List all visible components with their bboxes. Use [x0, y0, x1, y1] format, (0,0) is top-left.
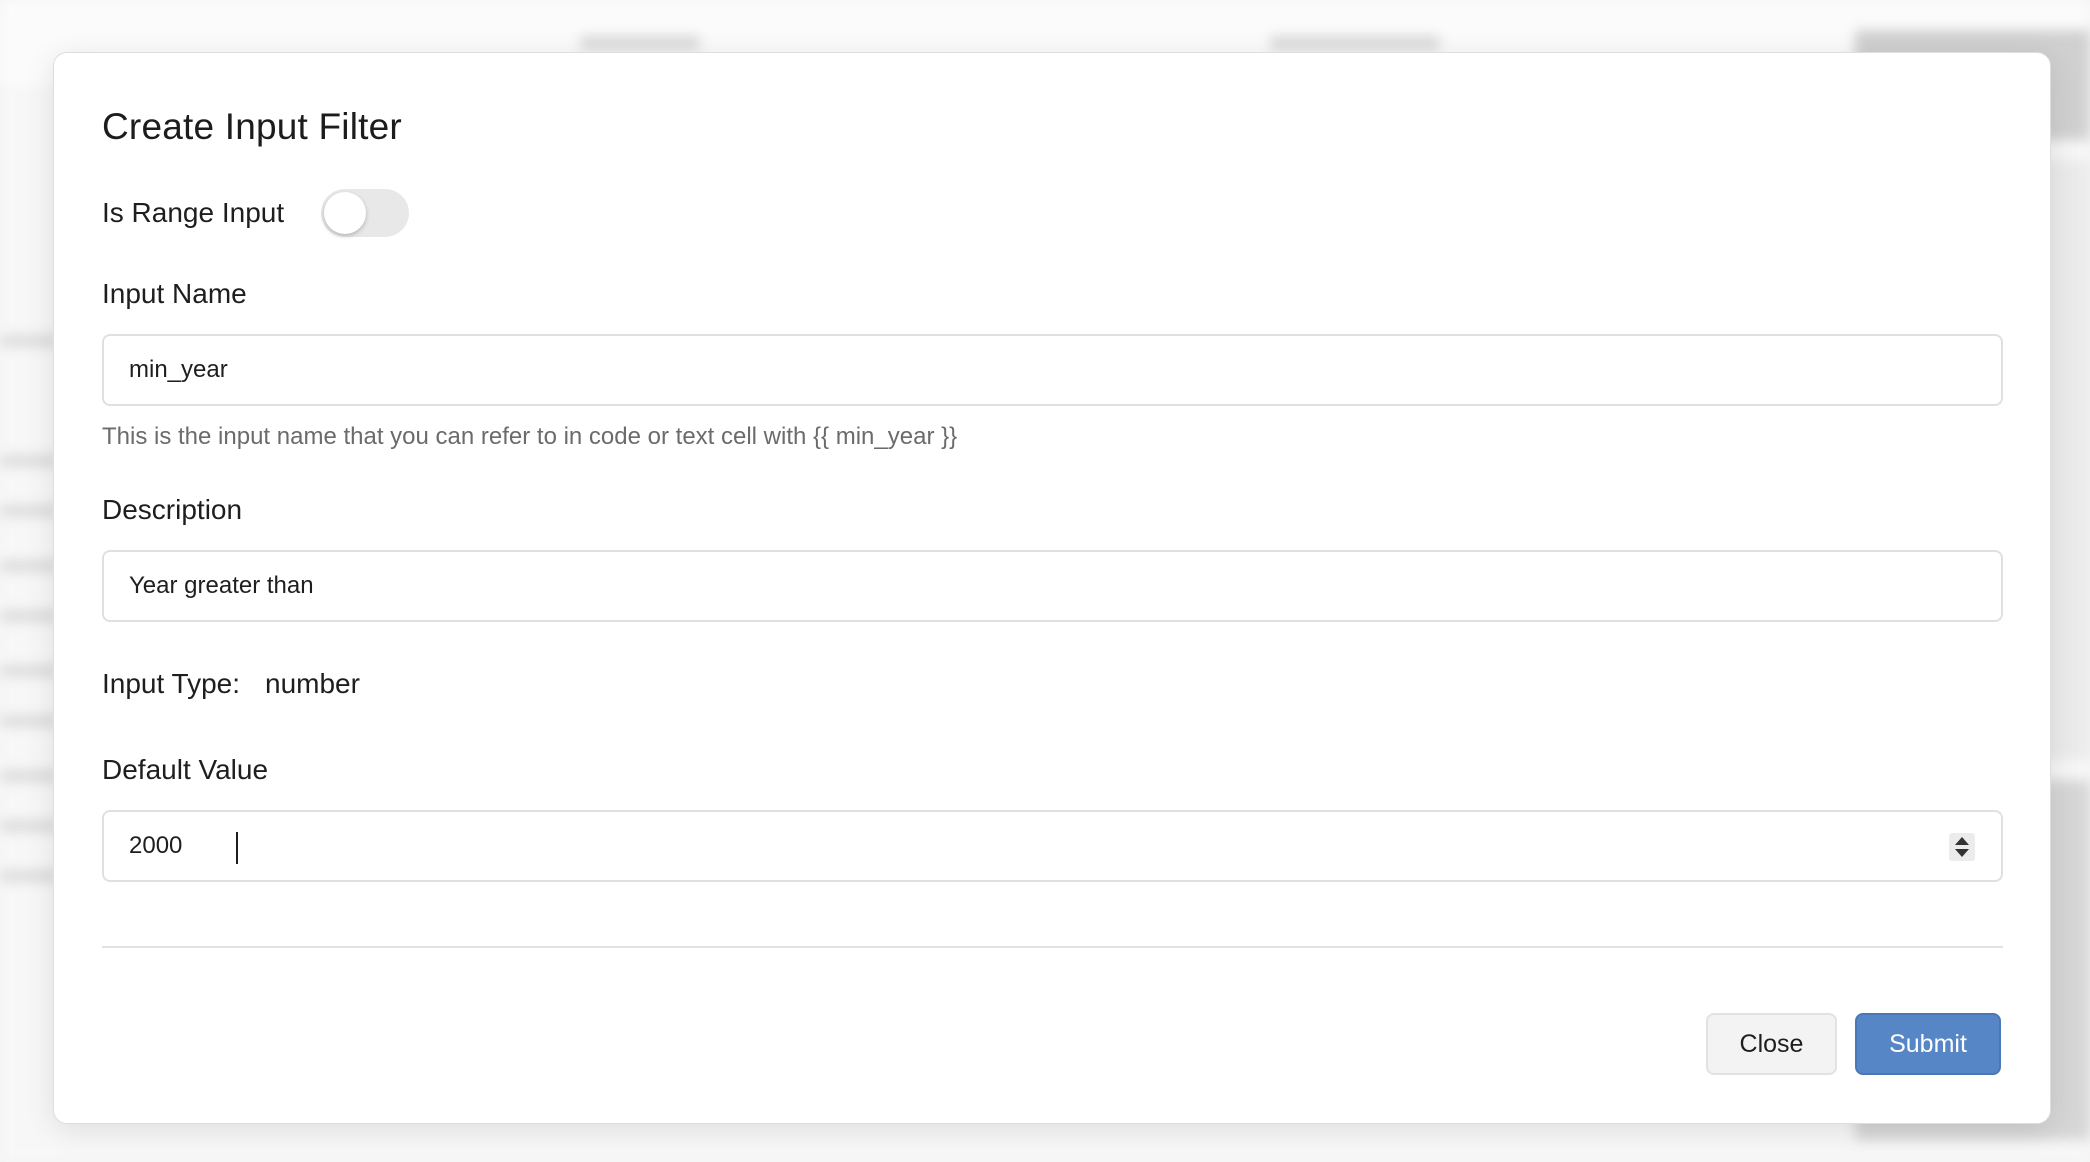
input-name-help-text: This is the input name that you can refe…: [102, 423, 958, 450]
toggle-knob: [324, 192, 366, 234]
background-line: [0, 665, 60, 677]
background-line: [0, 820, 60, 832]
description-label: Description: [102, 494, 243, 525]
input-type-value: number: [265, 668, 360, 699]
submit-button[interactable]: Submit: [1855, 1013, 2001, 1075]
footer-divider: [102, 946, 2003, 948]
default-value-field[interactable]: [104, 812, 2001, 880]
text-cursor: [236, 832, 238, 864]
close-button[interactable]: Close: [1706, 1013, 1837, 1075]
create-input-filter-dialog: Create Input Filter Is Range Input Input…: [53, 52, 2051, 1124]
input-type-label: Input Type:: [102, 668, 241, 699]
background-line: [0, 870, 60, 882]
background-line: [0, 560, 60, 572]
range-input-toggle[interactable]: [321, 189, 409, 237]
background-line: [0, 770, 60, 782]
dialog-title: Create Input Filter: [102, 106, 402, 147]
spin-up-icon[interactable]: [1955, 837, 1969, 845]
default-value-label: Default Value: [102, 754, 269, 785]
input-name-field-wrapper: [102, 334, 2003, 406]
background-line: [0, 455, 60, 467]
background-line: [0, 715, 60, 727]
background-line: [0, 335, 60, 347]
input-name-field[interactable]: [104, 336, 2001, 404]
background-line: [0, 610, 60, 622]
background-tab: [580, 36, 700, 50]
description-field[interactable]: [104, 552, 2001, 620]
background-line: [0, 505, 60, 517]
input-name-label: Input Name: [102, 278, 247, 309]
description-field-wrapper: [102, 550, 2003, 622]
background-tab: [1270, 36, 1440, 50]
default-value-field-wrapper: [102, 810, 2003, 882]
range-input-label: Is Range Input: [102, 197, 285, 228]
spin-down-icon[interactable]: [1955, 849, 1969, 857]
number-spinner[interactable]: [1949, 833, 1975, 861]
